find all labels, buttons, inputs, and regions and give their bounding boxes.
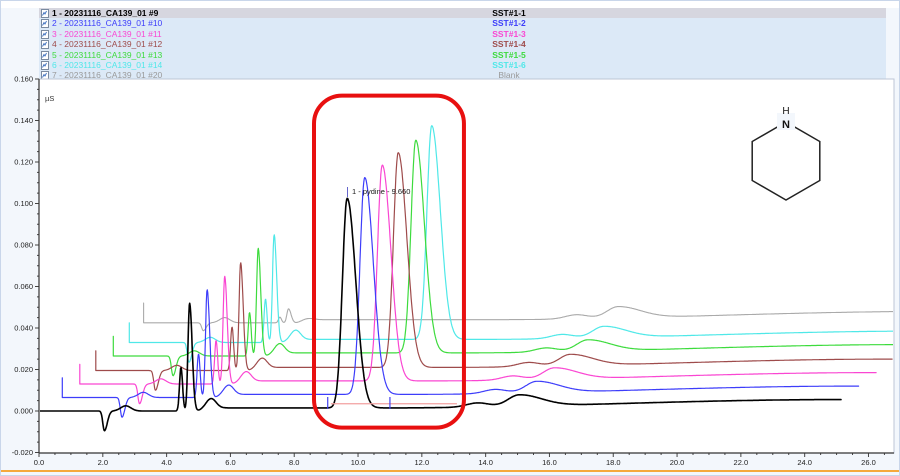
svg-text:22.0: 22.0: [734, 458, 749, 467]
svg-text:0.140: 0.140: [14, 116, 33, 125]
svg-text:20.0: 20.0: [670, 458, 685, 467]
svg-text:8.0: 8.0: [289, 458, 299, 467]
svg-text:16.0: 16.0: [542, 458, 557, 467]
y-unit-label: µS: [45, 94, 54, 103]
svg-text:0.020: 0.020: [14, 365, 33, 374]
svg-text:10.0: 10.0: [351, 458, 366, 467]
svg-text:0.0: 0.0: [34, 458, 44, 467]
hydrogen-atom-label: H: [782, 106, 789, 117]
nitrogen-atom-label: N: [782, 119, 790, 131]
peak-label: 1 - pydine - 9.660: [352, 187, 410, 196]
svg-text:0.060: 0.060: [14, 282, 33, 291]
pane-divider-accent: [1, 470, 900, 472]
svg-text:0.040: 0.040: [14, 324, 33, 333]
svg-text:0.000: 0.000: [14, 407, 33, 416]
svg-text:2.0: 2.0: [98, 458, 108, 467]
svg-text:0.160: 0.160: [14, 75, 33, 84]
svg-text:24.0: 24.0: [797, 458, 812, 467]
plot-axes: -0.020 0.000 0.020 0.040 0.060 0.080 0.100 0.12…: [12, 75, 894, 468]
svg-text:0.120: 0.120: [14, 158, 33, 167]
svg-text:0.080: 0.080: [14, 241, 33, 250]
svg-text:0.100: 0.100: [14, 199, 33, 208]
svg-text:26.0: 26.0: [861, 458, 876, 467]
svg-text:14.0: 14.0: [478, 458, 493, 467]
svg-text:18.0: 18.0: [606, 458, 621, 467]
svg-text:-0.020: -0.020: [12, 448, 33, 457]
svg-text:4.0: 4.0: [161, 458, 171, 467]
chromatogram-plot[interactable]: -0.020 0.000 0.020 0.040 0.060 0.080 0.100 0.12…: [1, 1, 900, 476]
svg-text:6.0: 6.0: [225, 458, 235, 467]
svg-text:12.0: 12.0: [415, 458, 430, 467]
chromatography-window: 1 - 20231116_CA139_01 #9SST#1-12 - 20231…: [0, 0, 900, 476]
